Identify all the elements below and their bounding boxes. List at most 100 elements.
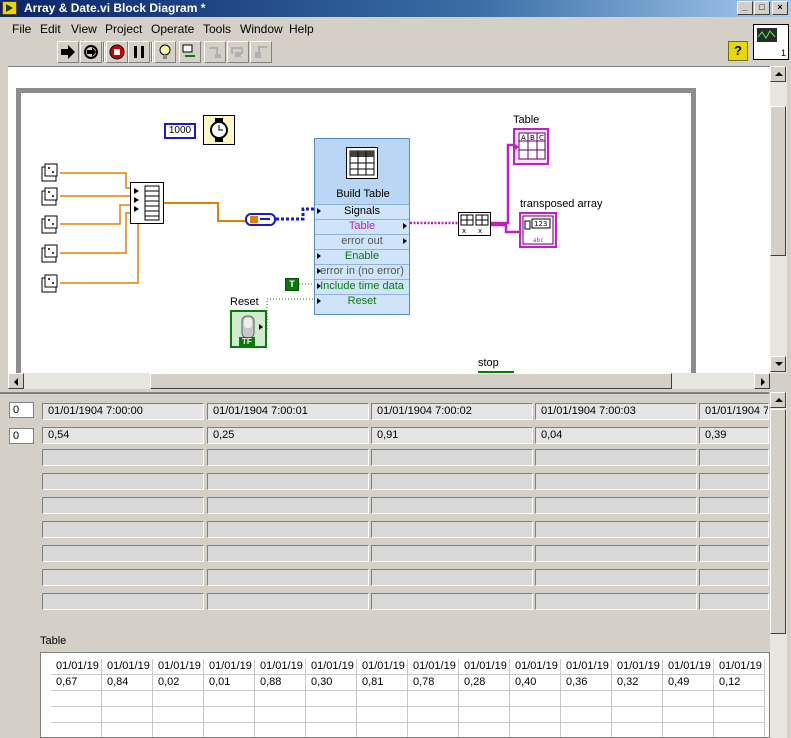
table-indicator-terminal[interactable]: ABC [513, 128, 549, 165]
array-col-index[interactable]: 0 [9, 428, 34, 444]
table-value-cell[interactable]: 0,84 [102, 675, 153, 691]
table-empty-cell[interactable] [306, 707, 357, 723]
terminal-error-in[interactable]: error in (no error) [315, 264, 409, 279]
array-empty-cell[interactable] [535, 569, 697, 586]
table-empty-cell[interactable] [306, 691, 357, 707]
table-header-cell[interactable]: 01/01/19 [612, 659, 663, 675]
table-empty-cell[interactable] [51, 707, 102, 723]
array-empty-cell[interactable] [42, 449, 204, 466]
terminal-include-time-data[interactable]: Include time data [315, 279, 409, 294]
terminal-signals[interactable]: Signals [315, 204, 409, 219]
array-empty-cell[interactable] [371, 569, 533, 586]
table-empty-cell[interactable] [714, 723, 765, 737]
table-value-cell[interactable]: 0,28 [459, 675, 510, 691]
block-diagram-canvas[interactable]: 1000 Build Table Signals Table error out… [8, 66, 770, 373]
table-empty-cell[interactable] [408, 691, 459, 707]
table-empty-cell[interactable] [102, 723, 153, 737]
scroll-left-arrow-icon[interactable] [8, 373, 24, 389]
array-empty-cell[interactable] [207, 545, 369, 562]
table-header-cell[interactable]: 01/01/19 [153, 659, 204, 675]
array-empty-cell[interactable] [699, 569, 769, 586]
maximize-button[interactable]: □ [754, 1, 770, 15]
array-empty-cell[interactable] [42, 521, 204, 538]
table-empty-cell[interactable] [459, 723, 510, 737]
table-indicator[interactable]: 01/01/19 01/01/19 01/01/19 01/01/19 01/01/19… [40, 652, 770, 738]
table-value-cell[interactable]: 0,36 [561, 675, 612, 691]
table-value-cell[interactable]: 0,12 [714, 675, 765, 691]
table-empty-cell[interactable] [153, 691, 204, 707]
table-value-cell[interactable]: 0,78 [408, 675, 459, 691]
array-header-cell[interactable]: 01/01/1904 7:00:03 [535, 403, 697, 420]
run-continuously-button[interactable] [80, 41, 102, 63]
step-over-button[interactable] [227, 41, 249, 63]
step-into-button[interactable] [204, 41, 226, 63]
array-empty-cell[interactable] [42, 545, 204, 562]
array-value-cell[interactable]: 0,54 [42, 427, 204, 444]
table-value-cell[interactable]: 0,88 [255, 675, 306, 691]
array-empty-cell[interactable] [371, 473, 533, 490]
table-empty-cell[interactable] [153, 707, 204, 723]
array-empty-cell[interactable] [535, 593, 697, 610]
table-empty-cell[interactable] [255, 691, 306, 707]
table-empty-cell[interactable] [51, 723, 102, 737]
table-header-cell[interactable]: 01/01/19 [561, 659, 612, 675]
table-empty-cell[interactable] [561, 707, 612, 723]
table-header-cell[interactable]: 01/01/19 [408, 659, 459, 675]
scroll-up-arrow-icon[interactable] [770, 392, 786, 408]
reset-control-terminal[interactable]: TF [230, 310, 267, 348]
array-empty-cell[interactable] [207, 569, 369, 586]
array-empty-cell[interactable] [207, 593, 369, 610]
array-header-cell[interactable]: 01/01/1904 7 [699, 403, 769, 420]
table-empty-cell[interactable] [612, 691, 663, 707]
table-empty-cell[interactable] [663, 691, 714, 707]
array-header-cell[interactable]: 01/01/1904 7:00:00 [42, 403, 204, 420]
table-header-cell[interactable]: 01/01/19 [51, 659, 102, 675]
menu-project[interactable]: Project [105, 22, 142, 36]
array-empty-cell[interactable] [699, 593, 769, 610]
table-empty-cell[interactable] [714, 707, 765, 723]
array-empty-cell[interactable] [535, 449, 697, 466]
table-header-cell[interactable]: 01/01/19 [714, 659, 765, 675]
array-header-cell[interactable]: 01/01/1904 7:00:01 [207, 403, 369, 420]
table-empty-cell[interactable] [153, 723, 204, 737]
table-empty-cell[interactable] [714, 691, 765, 707]
table-header-cell[interactable]: 01/01/19 [663, 659, 714, 675]
table-empty-cell[interactable] [204, 707, 255, 723]
run-button[interactable] [57, 41, 79, 63]
array-empty-cell[interactable] [42, 473, 204, 490]
table-empty-cell[interactable] [459, 707, 510, 723]
array-empty-cell[interactable] [535, 473, 697, 490]
array-empty-cell[interactable] [207, 449, 369, 466]
highlight-execution-button[interactable] [154, 41, 176, 63]
build-table-express-vi[interactable]: Build Table Signals Table error out Enab… [314, 138, 410, 315]
array-empty-cell[interactable] [699, 521, 769, 538]
table-value-cell[interactable]: 0,67 [51, 675, 102, 691]
array-empty-cell[interactable] [42, 569, 204, 586]
convert-to-dynamic-data-node[interactable] [245, 213, 276, 226]
abort-button[interactable] [106, 41, 128, 63]
close-button[interactable]: × [772, 1, 788, 15]
table-empty-cell[interactable] [561, 723, 612, 737]
scroll-thumb[interactable] [770, 106, 786, 256]
array-empty-cell[interactable] [42, 593, 204, 610]
table-header-cell[interactable]: 01/01/19 [255, 659, 306, 675]
array-empty-cell[interactable] [699, 497, 769, 514]
build-array-node[interactable] [130, 182, 164, 224]
array-value-cell[interactable]: 0,04 [535, 427, 697, 444]
table-empty-cell[interactable] [255, 707, 306, 723]
table-empty-cell[interactable] [561, 691, 612, 707]
array-empty-cell[interactable] [207, 497, 369, 514]
array-empty-cell[interactable] [371, 521, 533, 538]
array-empty-cell[interactable] [371, 593, 533, 610]
panel-vertical-scrollbar[interactable] [770, 392, 787, 738]
menu-tools[interactable]: Tools [203, 22, 231, 36]
table-empty-cell[interactable] [612, 723, 663, 737]
array-empty-cell[interactable] [535, 545, 697, 562]
scroll-thumb[interactable] [150, 373, 672, 389]
table-empty-cell[interactable] [255, 723, 306, 737]
table-value-cell[interactable]: 0,01 [204, 675, 255, 691]
table-value-cell[interactable]: 0,30 [306, 675, 357, 691]
table-header-cell[interactable]: 01/01/19 [306, 659, 357, 675]
menu-operate[interactable]: Operate [151, 22, 194, 36]
numeric-constant-1000[interactable]: 1000 [164, 123, 196, 139]
